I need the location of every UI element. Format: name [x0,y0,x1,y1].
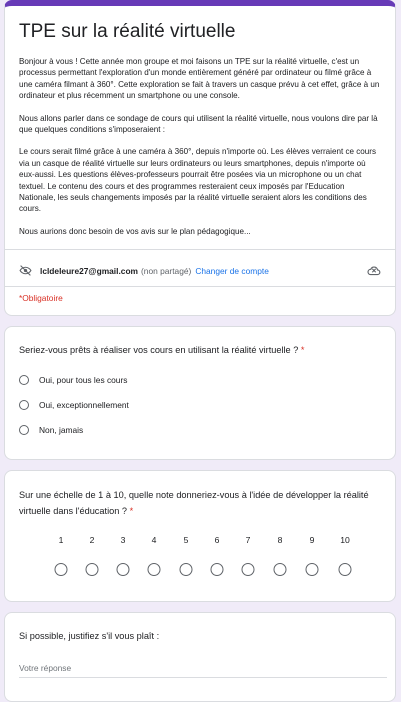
description-paragraph: Bonjour à vous ! Cette année mon groupe … [19,57,380,101]
option-label: Oui, exceptionnellement [39,399,129,410]
scale-radio-3[interactable] [116,563,130,577]
question-card-q2: Sur une échelle de 1 à 10, quelle note d… [4,470,396,603]
scale-label: 1 [58,535,64,546]
form-title: TPE sur la réalité virtuelle [19,21,236,42]
question-card-q3: Si possible, justifiez s'il vous plaît :… [4,612,396,702]
short-answer-input[interactable]: Votre réponse [19,663,387,679]
question-title-text: Sur une échelle de 1 à 10, quelle note d… [19,490,369,517]
cloud-off-icon [367,265,381,278]
scale-label: 6 [214,535,220,546]
account-row: lcldeleure27@gmail.com (non partagé) Cha… [5,250,395,282]
option-all-courses[interactable]: Oui, pour tous les cours [19,367,381,392]
required-star: * [129,506,134,517]
scale-radio-4[interactable] [147,563,161,577]
scale-radio-1[interactable] [54,563,68,577]
account-email: lcldeleure27@gmail.com [40,266,139,277]
scale-label: 8 [277,535,283,546]
required-note: *Obligatoire [19,293,63,304]
scale-radio-5[interactable] [179,563,193,577]
scale-radio-9[interactable] [305,563,319,577]
form-description: Bonjour à vous ! Cette année mon groupe … [19,56,381,237]
option-label: Non, jamais [39,424,84,435]
form-header-card: TPE sur la réalité virtuelle Bonjour à v… [4,0,396,317]
radio-button[interactable] [19,374,29,385]
description-paragraph: Le cours serait filmé grâce à une caméra… [19,147,377,214]
required-star: * [300,345,305,356]
scale-radio-8[interactable] [273,563,287,577]
linear-scale: 1 2 3 4 5 6 7 8 9 10 [19,533,381,583]
scale-radio-10[interactable] [338,563,352,577]
question-card-q1: Seriez-vous prêts à réaliser vos cours e… [4,326,396,461]
scale-label: 2 [89,535,95,546]
description-paragraph: Nous aurions donc besoin de vos avis sur… [19,226,251,236]
scale-label: 5 [183,535,189,546]
description-paragraph: Nous allons parler dans ce sondage de co… [19,113,378,135]
scale-label: 3 [120,535,126,546]
scale-label: 9 [309,535,315,546]
scale-radio-7[interactable] [241,563,255,577]
account-shared-status: (non partagé) [141,266,192,277]
options-list: Oui, pour tous les cours Oui, exceptionn… [19,367,381,442]
question-title: Sur une échelle de 1 à 10, quelle note d… [19,487,381,519]
scale-radio-6[interactable] [210,563,224,577]
option-exceptionally[interactable]: Oui, exceptionnellement [19,392,381,417]
scale-label: 7 [245,535,251,546]
option-never[interactable]: Non, jamais [19,417,381,442]
question-title-text: Seriez-vous prêts à réaliser vos cours e… [19,345,299,356]
scale-label: 10 [340,535,350,546]
radio-button[interactable] [19,424,29,435]
scale-label: 4 [151,535,157,546]
switch-account-link[interactable]: Changer de compte [195,266,269,276]
scale-radio-2[interactable] [85,563,99,577]
question-title: Seriez-vous prêts à réaliser vos cours e… [19,343,381,357]
eye-off-icon [19,265,32,278]
radio-button[interactable] [19,399,29,410]
option-label: Oui, pour tous les cours [39,374,128,385]
question-title: Si possible, justifiez s'il vous plaît : [19,631,160,642]
